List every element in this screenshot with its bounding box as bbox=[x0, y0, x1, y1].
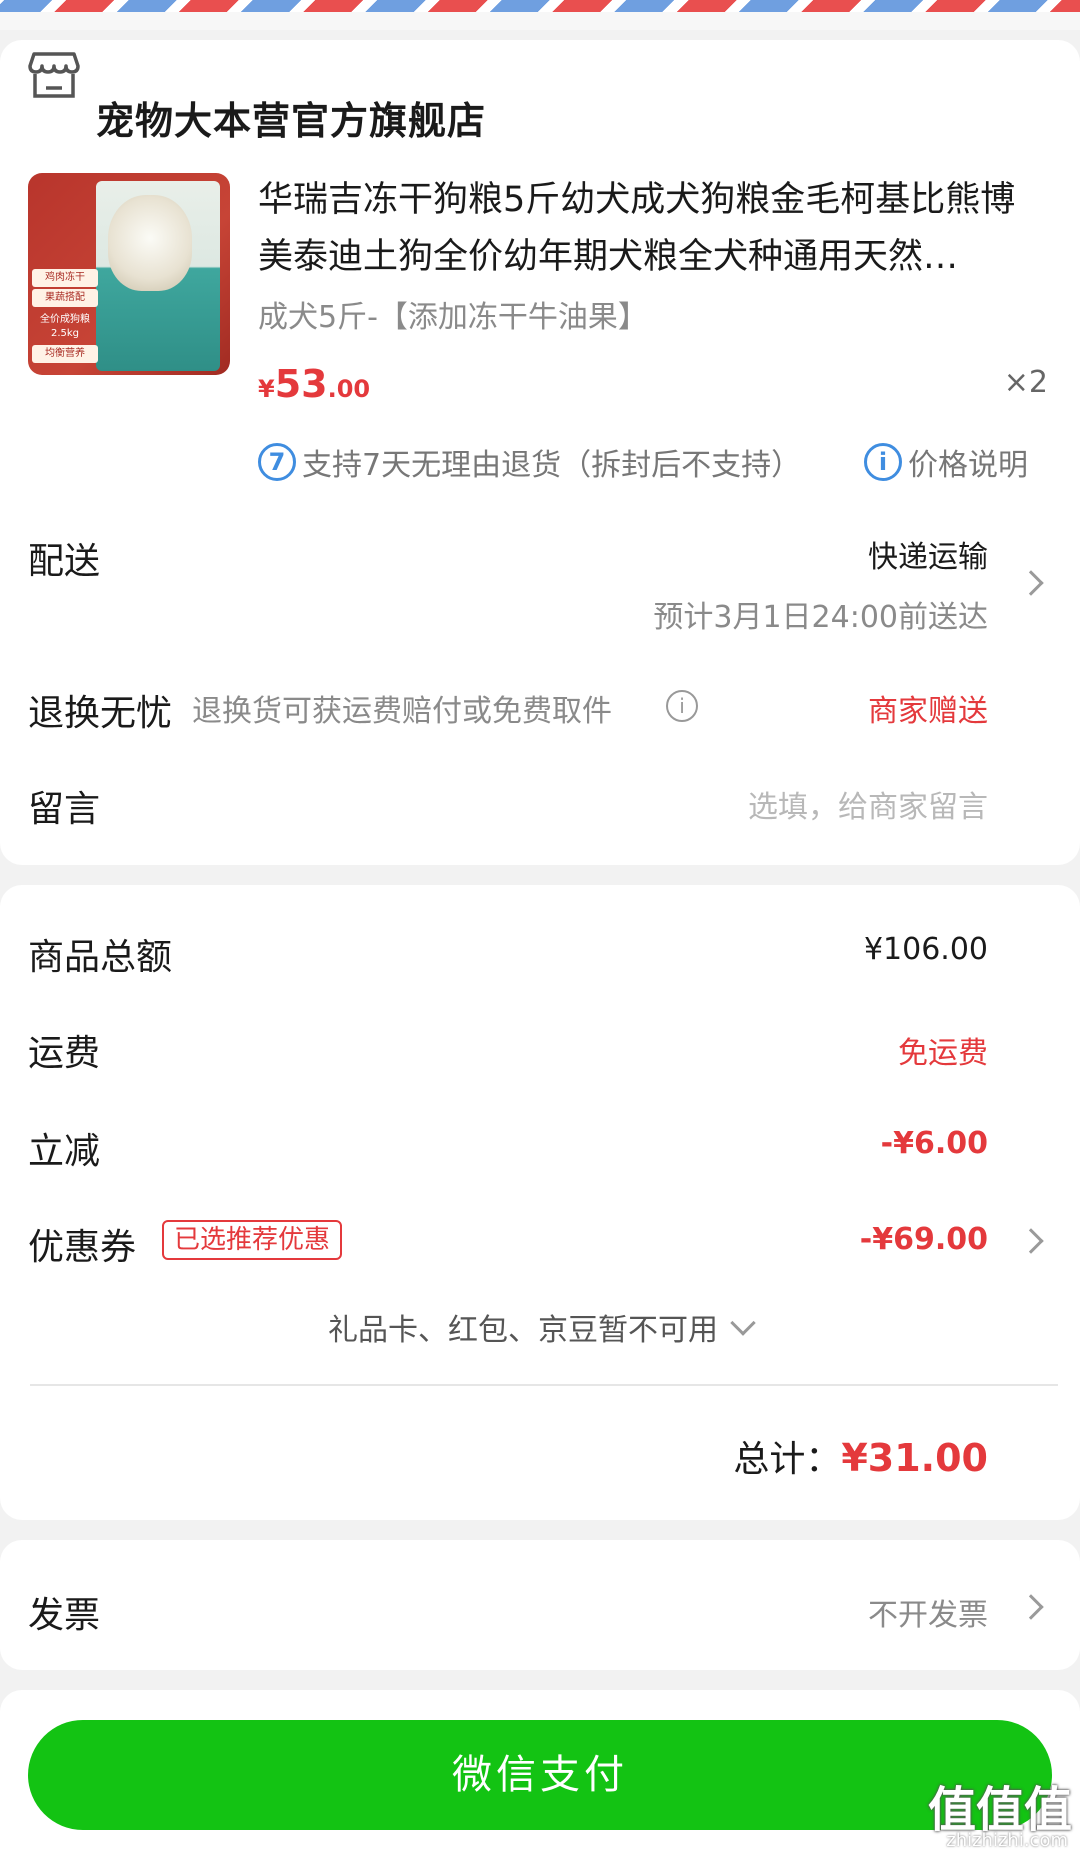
info-icon: i bbox=[864, 443, 902, 481]
invoice-value[interactable]: 不开发票 bbox=[868, 1590, 988, 1634]
image-tag: 果蔬搭配 bbox=[32, 289, 98, 307]
product-title[interactable]: 华瑞吉冻干狗粮5斤幼犬成犬狗粮金毛柯基比熊博美泰迪土狗全价幼年期犬粮全犬种通用天… bbox=[258, 172, 1048, 286]
price-currency: ¥ bbox=[258, 375, 275, 403]
store-name[interactable]: 宠物大本营官方旗舰店 bbox=[96, 90, 486, 145]
gift-note: 礼品卡、红包、京豆暂不可用 bbox=[328, 1313, 718, 1348]
image-tag: 均衡营养 bbox=[32, 345, 98, 363]
product-quantity: ×2 bbox=[1003, 365, 1048, 400]
price-decimal: .00 bbox=[327, 375, 371, 403]
shipping-value: 免运费 bbox=[898, 1036, 988, 1071]
divider bbox=[30, 1384, 1058, 1386]
delivery-eta: 预计3月1日24:00前送达 bbox=[653, 600, 988, 635]
invoice-label: 发票 bbox=[28, 1595, 101, 1636]
price-note-text: 价格说明 bbox=[908, 448, 1028, 483]
returns-desc: 退换货可获运费赔付或免费取件 bbox=[192, 694, 612, 729]
dog-graphic bbox=[108, 195, 192, 291]
discount-label: 立减 bbox=[28, 1131, 101, 1172]
discount-value: -¥6.00 bbox=[880, 1126, 988, 1161]
goods-total-value: ¥106.00 bbox=[863, 932, 988, 967]
airmail-border bbox=[0, 0, 1080, 30]
order-total: 总计：¥31.00 bbox=[733, 1430, 988, 1482]
watermark-url: zhizhizhi.com bbox=[946, 1830, 1068, 1851]
coupon-badge: 已选推荐优惠 bbox=[162, 1220, 343, 1260]
price-note-link[interactable]: i 价格说明 bbox=[864, 440, 1028, 484]
coupon-label: 优惠券 bbox=[28, 1227, 137, 1268]
image-tag: 鸡肉冻干 bbox=[32, 269, 98, 287]
total-amount: ¥31.00 bbox=[841, 1436, 988, 1480]
info-icon[interactable]: i bbox=[666, 690, 698, 722]
return-policy[interactable]: 7 支持7天无理由退货（拆封后不支持） bbox=[258, 440, 801, 484]
image-tag: 全价成狗粮 bbox=[40, 314, 90, 325]
shipping-label: 运费 bbox=[28, 1033, 101, 1074]
coupon-value[interactable]: -¥69.00 bbox=[860, 1222, 988, 1257]
price-integer: 53 bbox=[274, 362, 328, 406]
image-tag: 2.5kg bbox=[50, 328, 80, 339]
product-spec: 成犬5斤-【添加冻干牛油果】 bbox=[258, 300, 648, 335]
message-label: 留言 bbox=[28, 789, 101, 830]
product-price: ¥53.00 bbox=[258, 362, 370, 406]
chevron-down-icon bbox=[730, 1310, 756, 1336]
delivery-label: 配送 bbox=[28, 541, 101, 582]
store-icon bbox=[28, 52, 80, 98]
returns-label: 退换无忧 bbox=[28, 693, 173, 734]
gift-card-toggle[interactable]: 礼品卡、红包、京豆暂不可用 bbox=[0, 1305, 1080, 1349]
message-input[interactable]: 选填，给商家留言 bbox=[748, 782, 988, 826]
return-policy-text: 支持7天无理由退货（拆封后不支持） bbox=[302, 448, 802, 483]
seven-day-icon: 7 bbox=[258, 443, 296, 481]
price-summary-card bbox=[0, 885, 1080, 1520]
delivery-method[interactable]: 快递运输 bbox=[868, 532, 988, 576]
wechat-pay-button[interactable]: 微信支付 bbox=[28, 1720, 1052, 1830]
total-label: 总计： bbox=[733, 1439, 842, 1480]
goods-total-label: 商品总额 bbox=[28, 937, 173, 978]
product-image[interactable]: 鸡肉冻干 果蔬搭配 全价成狗粮 2.5kg 均衡营养 bbox=[28, 173, 230, 375]
returns-value: 商家赠送 bbox=[868, 694, 988, 729]
